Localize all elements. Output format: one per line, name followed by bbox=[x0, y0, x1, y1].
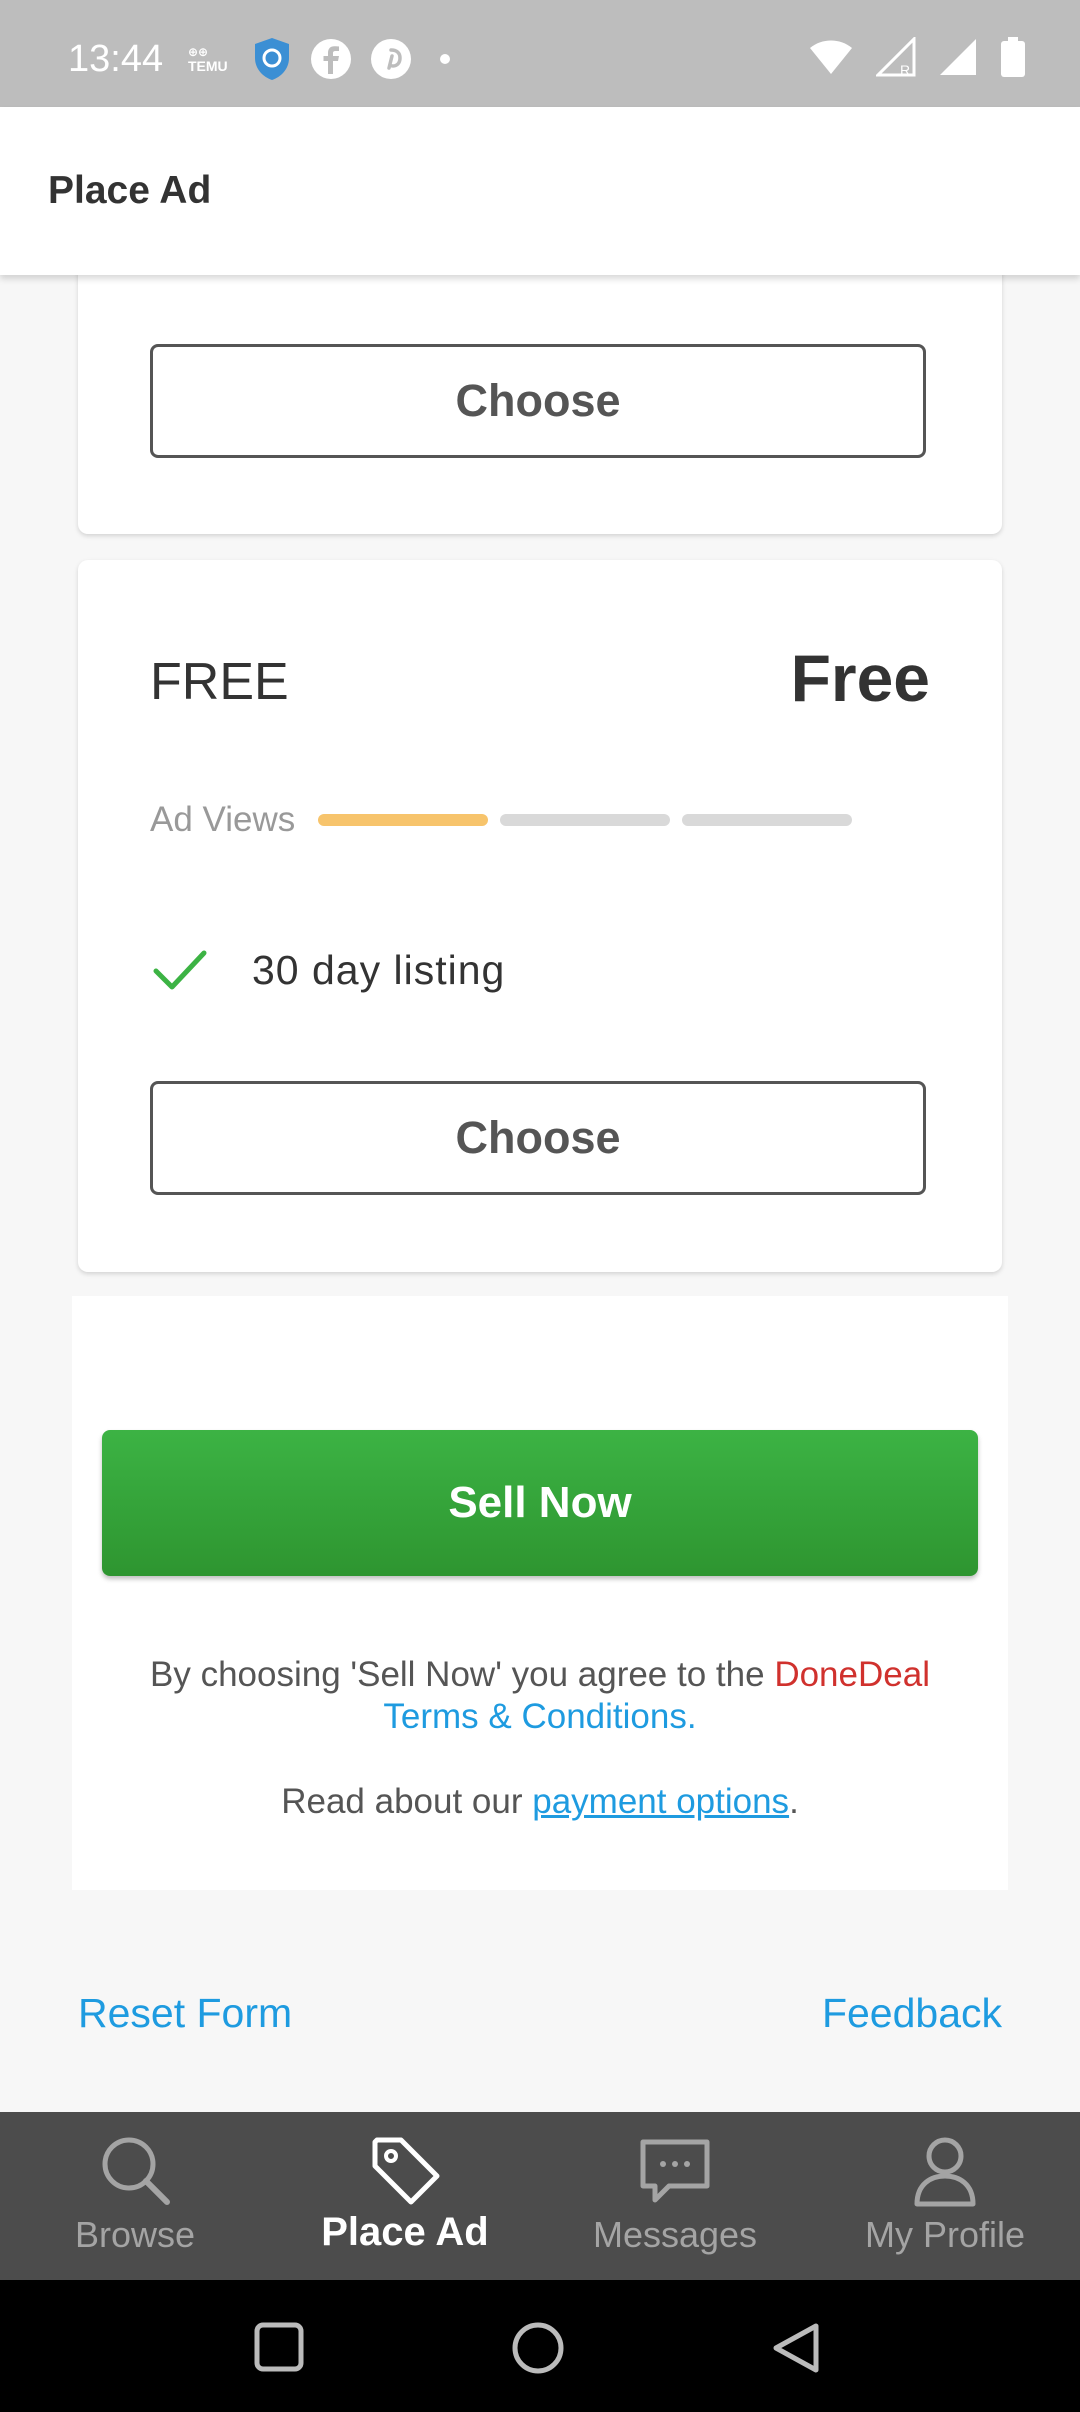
ad-views-meter bbox=[318, 814, 852, 826]
check-icon bbox=[153, 950, 207, 990]
tag-icon bbox=[372, 2137, 440, 2205]
nav-item-browse[interactable]: Browse bbox=[0, 2112, 270, 2280]
app-bar: Place Ad bbox=[0, 107, 1080, 275]
nav-item-messages[interactable]: Messages bbox=[540, 2112, 810, 2280]
nav-label-my-profile: My Profile bbox=[864, 2214, 1026, 2255]
nav-item-my-profile[interactable]: My Profile bbox=[810, 2112, 1080, 2280]
choose-plan-button[interactable]: Choose bbox=[150, 344, 926, 458]
system-status-icons: R bbox=[808, 36, 1026, 78]
signal-icon bbox=[940, 39, 976, 75]
ad-views-segment bbox=[500, 814, 670, 826]
temu-label: TEMU bbox=[188, 58, 228, 74]
plan-name: FREE bbox=[150, 653, 289, 711]
terms-prefix: By choosing 'Sell Now' you agree to the bbox=[150, 1655, 765, 1694]
feedback-link[interactable]: Feedback bbox=[822, 1990, 1002, 2037]
pinterest-icon bbox=[371, 39, 411, 79]
system-nav-bar bbox=[0, 2280, 1080, 2412]
temu-icon: ⊕⊕ TEMU bbox=[188, 45, 228, 74]
reset-form-link[interactable]: Reset Form bbox=[78, 1990, 292, 2037]
nav-label-messages: Messages bbox=[592, 2214, 758, 2255]
status-bar: 13:44 ⊕⊕ TEMU R bbox=[0, 0, 1080, 107]
page-title: Place Ad bbox=[48, 169, 212, 212]
ad-views-label: Ad Views bbox=[150, 800, 296, 839]
plan-card: Choose bbox=[78, 230, 1002, 534]
payment-suffix: . bbox=[789, 1782, 799, 1821]
chat-icon bbox=[640, 2139, 710, 2203]
sell-now-button[interactable]: Sell Now bbox=[102, 1430, 978, 1576]
facebook-icon bbox=[311, 39, 351, 79]
signal-icon: R bbox=[876, 37, 916, 77]
ad-views-segment bbox=[682, 814, 852, 826]
dot-icon bbox=[440, 54, 450, 64]
search-icon bbox=[102, 2137, 170, 2205]
user-icon bbox=[914, 2137, 976, 2207]
feature-text: 30 day listing bbox=[252, 946, 506, 993]
payment-prefix: Read about our bbox=[281, 1782, 523, 1821]
svg-text:R: R bbox=[900, 62, 910, 77]
plan-card-free: FREE Free Ad Views 30 day listing Choose bbox=[78, 560, 1002, 1272]
payment-text: Read about our payment options. bbox=[72, 1782, 1008, 1822]
ad-views-segment bbox=[318, 814, 488, 826]
feature-item: 30 day listing bbox=[150, 945, 505, 995]
battery-icon bbox=[1001, 37, 1025, 77]
terms-link[interactable]: Terms & Conditions. bbox=[383, 1697, 696, 1736]
notification-icons: ⊕⊕ TEMU bbox=[188, 36, 450, 82]
sell-panel: Sell Now By choosing 'Sell Now' you agre… bbox=[72, 1296, 1008, 1890]
recents-icon[interactable] bbox=[252, 2320, 306, 2374]
nav-label-browse: Browse bbox=[74, 2214, 196, 2255]
brand-name: DoneDeal bbox=[774, 1655, 930, 1694]
wifi-icon bbox=[810, 40, 852, 74]
payment-options-link[interactable]: payment options bbox=[532, 1782, 789, 1821]
shield-icon bbox=[255, 38, 289, 80]
choose-plan-button[interactable]: Choose bbox=[150, 1081, 926, 1195]
nav-label-place-ad: Place Ad bbox=[321, 2210, 489, 2254]
terms-text: By choosing 'Sell Now' you agree to the … bbox=[72, 1654, 1008, 1738]
back-icon[interactable] bbox=[768, 2320, 824, 2376]
nav-item-place-ad[interactable]: Place Ad bbox=[270, 2112, 540, 2280]
status-time: 13:44 bbox=[68, 38, 164, 80]
plan-price: Free bbox=[790, 641, 930, 715]
home-icon[interactable] bbox=[510, 2320, 566, 2376]
bottom-nav: Browse Place Ad Messages My Profile bbox=[0, 2112, 1080, 2280]
